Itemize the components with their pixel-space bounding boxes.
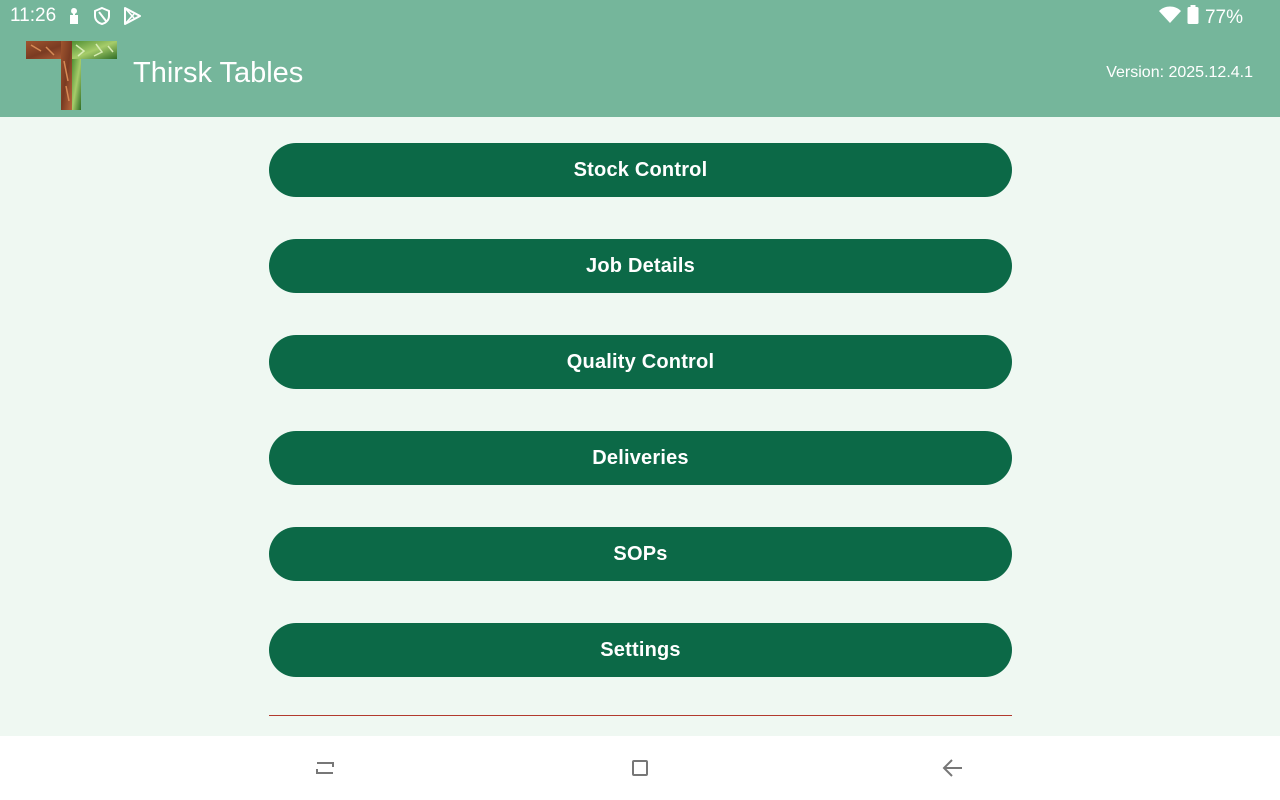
wifi-icon (1158, 6, 1181, 30)
home-icon[interactable] (627, 756, 653, 780)
stock-control-button[interactable]: Stock Control (269, 143, 1012, 197)
t-logo (26, 41, 117, 110)
back-icon[interactable] (940, 756, 966, 780)
battery-icon (1187, 5, 1199, 31)
status-time: 11:26 (10, 5, 57, 26)
person-pin-icon (64, 6, 84, 26)
navigation-bar (0, 736, 1280, 800)
job-details-button[interactable]: Job Details (269, 239, 1012, 293)
menu-divider (269, 715, 1012, 716)
status-right-group: 77% (1158, 5, 1243, 31)
status-bar: 11:26 77% (0, 0, 1280, 32)
deliveries-button[interactable]: Deliveries (269, 431, 1012, 485)
settings-button[interactable]: Settings (269, 623, 1012, 677)
sops-button[interactable]: SOPs (269, 527, 1012, 581)
version-label: Version: 2025.12.4.1 (1106, 64, 1253, 81)
battery-percent: 77% (1204, 7, 1243, 28)
main-menu: Stock Control Job Details Quality Contro… (269, 143, 1012, 719)
quality-control-button[interactable]: Quality Control (269, 335, 1012, 389)
shield-icon (92, 6, 112, 26)
app-title: Thirsk Tables (133, 57, 304, 89)
play-store-icon (122, 6, 142, 26)
recents-icon[interactable] (312, 756, 338, 780)
